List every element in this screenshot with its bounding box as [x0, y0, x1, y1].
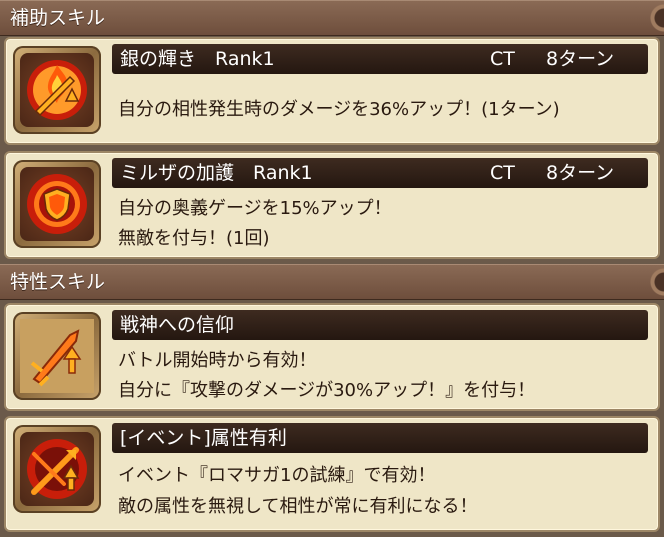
skill-card[interactable]: 戦神への信仰 バトル開始時から有効！ 自分に『攻撃のダメージが30%アップ！』を… — [4, 303, 660, 411]
skill-name-bar: ミルザの加護 Rank1 CT 8ターン — [112, 158, 648, 188]
skill-name: 戦神への信仰 — [120, 314, 235, 336]
header-scroll-ornament — [636, 1, 664, 35]
section-header-support: 補助スキル — [0, 0, 664, 36]
skill-name: 銀の輝き Rank1 — [120, 48, 275, 70]
cooldown-value: 8ターン — [546, 48, 615, 70]
crossed-arrows-icon — [20, 432, 94, 506]
header-scroll-ornament — [636, 265, 664, 299]
skill-description-line: 敵の属性を無視して相性が常に有利になる！ — [118, 496, 478, 517]
skill-icon-frame — [13, 160, 101, 248]
skill-name: ミルザの加護 Rank1 — [120, 162, 313, 184]
skill-icon-frame — [13, 425, 101, 513]
skill-icon-frame — [13, 46, 101, 134]
section-title: 補助スキル — [10, 7, 106, 29]
skill-description-line: 自分の相性発生時のダメージを36%アップ！(1ターン) — [118, 99, 560, 120]
skill-description-line: イベント『ロマサガ1の試練』で有効！ — [118, 465, 436, 486]
cooldown-value: 8ターン — [546, 162, 615, 184]
cooldown-label: CT — [490, 162, 515, 184]
skill-card[interactable]: ミルザの加護 Rank1 CT 8ターン 自分の奥義ゲージを15%アップ！ 無敵… — [4, 151, 660, 259]
skill-name: [イベント]属性有利 — [120, 427, 287, 449]
skill-description-line: バトル開始時から有効！ — [118, 350, 317, 371]
sword-up-icon — [20, 319, 94, 393]
skill-name-bar: 銀の輝き Rank1 CT 8ターン — [112, 44, 648, 74]
skill-description-line: 無敵を付与！(1回) — [118, 228, 270, 249]
skill-description-line: 自分に『攻撃のダメージが30%アップ！』を付与！ — [118, 380, 536, 401]
skill-name-bar: 戦神への信仰 — [112, 310, 648, 340]
skill-name-bar: [イベント]属性有利 — [112, 423, 648, 453]
section-header-trait: 特性スキル — [0, 264, 664, 300]
skill-icon-frame — [13, 312, 101, 400]
cooldown-label: CT — [490, 48, 515, 70]
shield-icon — [20, 167, 94, 241]
skill-card[interactable]: [イベント]属性有利 イベント『ロマサガ1の試練』で有効！ 敵の属性を無視して相… — [4, 416, 660, 532]
skill-description-line: 自分の奥義ゲージを15%アップ！ — [118, 198, 392, 219]
skill-card[interactable]: 銀の輝き Rank1 CT 8ターン 自分の相性発生時のダメージを36%アップ！… — [4, 37, 660, 145]
section-title: 特性スキル — [10, 271, 106, 293]
flame-sword-icon — [20, 53, 94, 127]
